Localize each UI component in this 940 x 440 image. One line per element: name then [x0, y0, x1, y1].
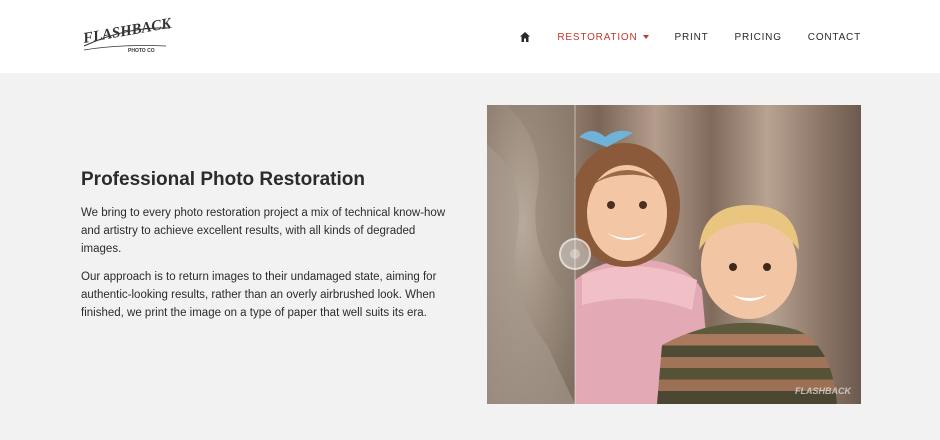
comparison-slider-handle[interactable] [559, 238, 591, 270]
before-after-image[interactable]: FLASHBACK [487, 105, 861, 404]
nav-pricing[interactable]: PRICING [735, 32, 782, 43]
page-title: Professional Photo Restoration [81, 169, 365, 190]
main-nav: RESTORATION PRINT PRICING CONTACT [519, 31, 861, 43]
nav-restoration[interactable]: RESTORATION [557, 31, 649, 43]
nav-contact[interactable]: CONTACT [808, 32, 861, 43]
nav-restoration-label: RESTORATION [557, 31, 638, 43]
flashback-logo[interactable]: FLASHBACK PHOTO CO [80, 16, 175, 60]
intro-paragraph: We bring to every photo restoration proj… [81, 207, 446, 255]
site-header: FLASHBACK PHOTO CO RESTORATION PRINT PRI… [0, 0, 940, 73]
logo-main-text: FLASHBACK [81, 16, 174, 47]
photo-illustration [487, 105, 861, 404]
nav-print[interactable]: PRINT [675, 32, 709, 43]
image-watermark: FLASHBACK [795, 386, 851, 396]
logo-sub-text: PHOTO CO [128, 48, 155, 54]
approach-paragraph: Our approach is to return images to thei… [81, 271, 437, 319]
chevron-down-icon [642, 35, 649, 39]
home-icon[interactable] [519, 31, 531, 43]
hero-section: Professional Photo Restoration We bring … [0, 73, 940, 440]
